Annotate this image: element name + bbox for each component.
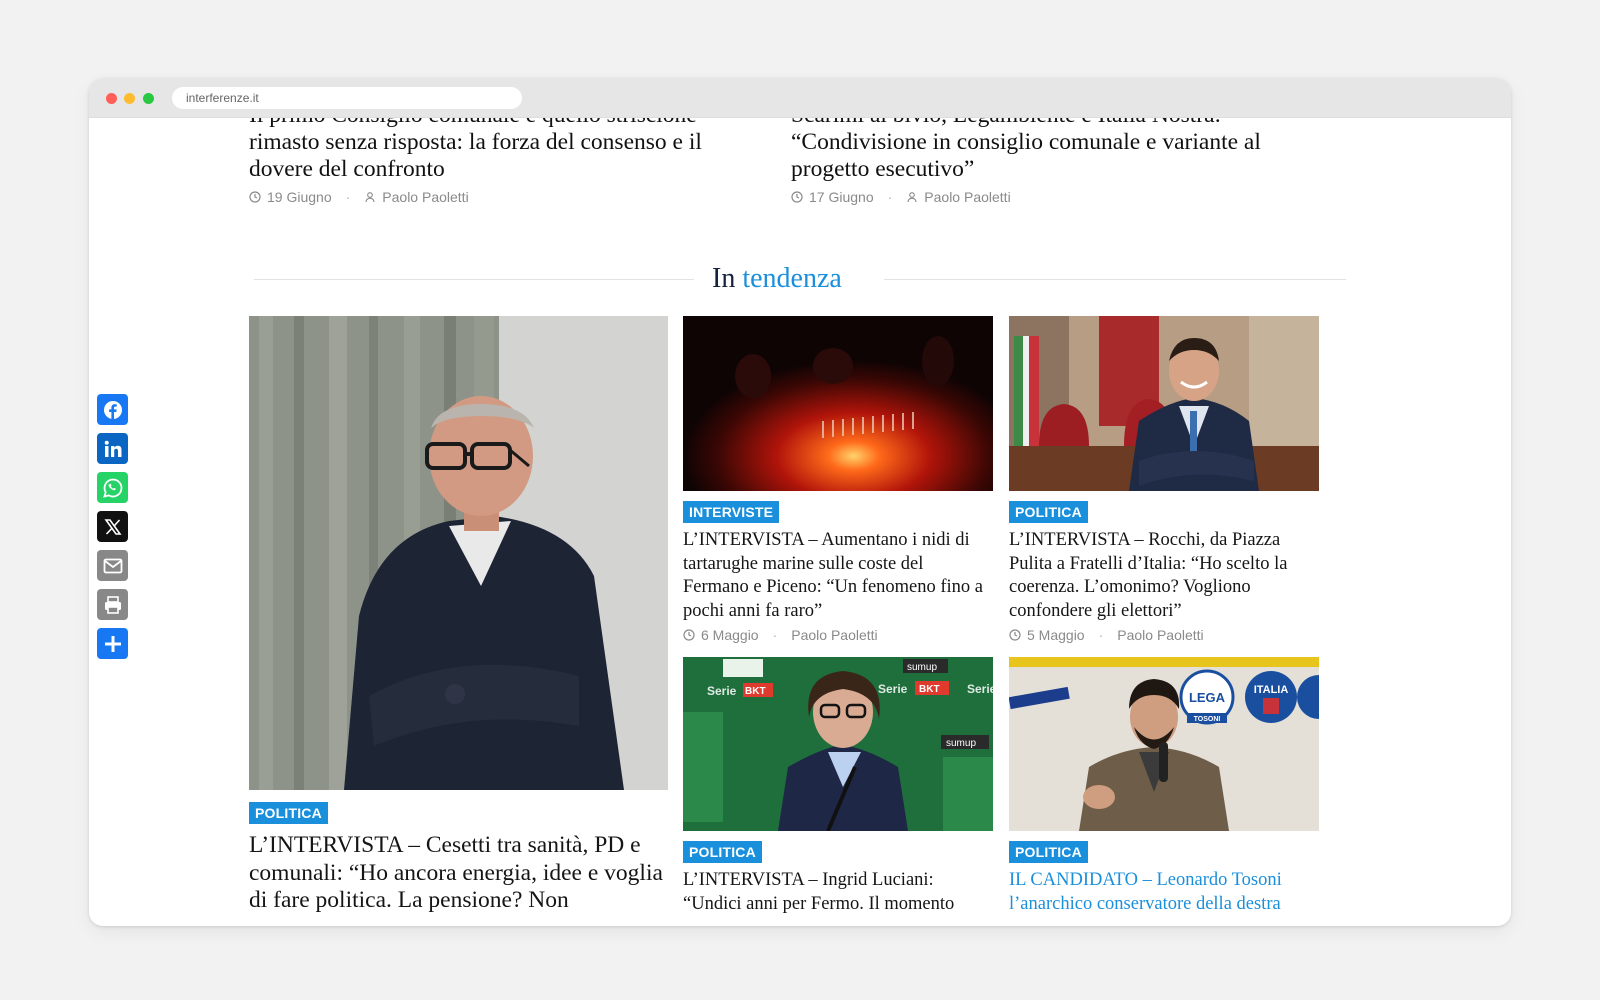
prev-article-2[interactable]: Scarimi al bivio, Legambiente e Italia N… xyxy=(791,118,1331,205)
article-title[interactable]: Il primo Consiglio comunale e quello str… xyxy=(249,118,769,183)
meta-separator: · xyxy=(772,627,778,643)
article-card[interactable]: INTERVISTE L’INTERVISTA – Aumentano i ni… xyxy=(683,316,993,643)
night-beach-photo xyxy=(683,316,993,491)
portrait-photo xyxy=(249,316,668,790)
article-image[interactable]: Serie Serie Serie Serie BKT BKT sumup su… xyxy=(683,657,993,831)
candidate-photo: LEGA TOSONI ITALIA xyxy=(1009,657,1319,831)
page-viewport: Il primo Consiglio comunale e quello str… xyxy=(89,118,1511,926)
plus-icon xyxy=(104,635,121,652)
article-title[interactable]: L’INTERVISTA – Ingrid Luciani: “Undici a… xyxy=(683,869,993,916)
prev-article-1[interactable]: Il primo Consiglio comunale e quello str… xyxy=(249,118,769,205)
svg-text:Serie: Serie xyxy=(707,684,737,698)
article-author[interactable]: Paolo Paoletti xyxy=(1117,627,1203,643)
address-bar[interactable]: interferenze.it xyxy=(172,87,522,109)
article-author[interactable]: Paolo Paoletti xyxy=(791,627,877,643)
article-author[interactable]: Paolo Paoletti xyxy=(924,189,1010,205)
article-title[interactable]: Scarimi al bivio, Legambiente e Italia N… xyxy=(791,118,1331,183)
meta-separator: · xyxy=(887,189,893,205)
linkedin-share-button[interactable] xyxy=(97,433,128,464)
svg-text:Serie: Serie xyxy=(878,682,908,696)
category-badge[interactable]: INTERVISTE xyxy=(683,501,780,523)
article-date: 19 Giugno xyxy=(267,189,332,205)
category-badge[interactable]: POLITICA xyxy=(1009,501,1088,523)
email-share-button[interactable] xyxy=(97,550,128,581)
facebook-icon xyxy=(103,400,122,419)
article-image[interactable]: LEGA TOSONI ITALIA xyxy=(1009,657,1319,831)
maximize-window-button[interactable] xyxy=(143,93,154,104)
featured-article-image[interactable] xyxy=(249,316,668,790)
svg-text:TOSONI: TOSONI xyxy=(1194,716,1221,723)
svg-text:ITALIA: ITALIA xyxy=(1254,684,1289,696)
clock-icon xyxy=(249,191,261,203)
browser-window: interferenze.it Il primo Consiglio comun… xyxy=(89,78,1511,926)
user-icon xyxy=(907,192,917,203)
category-badge[interactable]: POLITICA xyxy=(1009,841,1088,863)
article-card[interactable]: LEGA TOSONI ITALIA POLITICA IL CANDIDATO… xyxy=(1009,657,1319,916)
article-meta: 17 Giugno · Paolo Paoletti xyxy=(791,189,1331,205)
svg-text:sumup: sumup xyxy=(946,738,976,749)
svg-text:Serie: Serie xyxy=(967,682,993,696)
article-title[interactable]: L’INTERVISTA – Cesetti tra sanità, PD e … xyxy=(249,832,668,915)
article-author[interactable]: Paolo Paoletti xyxy=(382,189,468,205)
article-title[interactable]: L’INTERVISTA – Rocchi, da Piazza Pulita … xyxy=(1009,529,1319,623)
minimize-window-button[interactable] xyxy=(124,93,135,104)
meta-separator: · xyxy=(1098,627,1104,643)
article-meta: 6 Maggio · Paolo Paoletti xyxy=(683,627,993,643)
article-title[interactable]: L’INTERVISTA – Aumentano i nidi di tarta… xyxy=(683,529,993,623)
envelope-icon xyxy=(103,558,122,573)
x-icon xyxy=(103,518,122,535)
browser-toolbar: interferenze.it xyxy=(89,78,1511,118)
article-image[interactable] xyxy=(1009,316,1319,491)
article-title[interactable]: IL CANDIDATO – Leonardo Tosoni l’anarchi… xyxy=(1009,869,1319,916)
whatsapp-share-button[interactable] xyxy=(97,472,128,503)
share-sidebar xyxy=(97,394,129,667)
clock-icon xyxy=(791,191,803,203)
x-share-button[interactable] xyxy=(97,511,128,542)
section-title: In tendenza xyxy=(712,263,842,294)
linkedin-icon xyxy=(104,440,121,457)
facebook-share-button[interactable] xyxy=(97,394,128,425)
svg-text:BKT: BKT xyxy=(745,686,766,697)
whatsapp-icon xyxy=(102,478,122,498)
article-card[interactable]: Serie Serie Serie Serie BKT BKT sumup su… xyxy=(683,657,993,916)
article-date: 17 Giugno xyxy=(809,189,874,205)
printer-icon xyxy=(104,595,121,614)
article-date: 6 Maggio xyxy=(701,627,759,643)
article-meta: 19 Giugno · Paolo Paoletti xyxy=(249,189,769,205)
close-window-button[interactable] xyxy=(106,93,117,104)
article-date: 5 Maggio xyxy=(1027,627,1085,643)
user-icon xyxy=(365,192,375,203)
svg-text:LEGA: LEGA xyxy=(1189,690,1226,705)
article-meta: 5 Maggio · Paolo Paoletti xyxy=(1009,627,1319,643)
print-share-button[interactable] xyxy=(97,589,128,620)
article-image[interactable] xyxy=(683,316,993,491)
divider xyxy=(884,279,1346,280)
article-card[interactable]: POLITICA L’INTERVISTA – Rocchi, da Piazz… xyxy=(1009,316,1319,643)
divider xyxy=(254,279,694,280)
more-share-button[interactable] xyxy=(97,628,128,659)
featured-article-card[interactable]: POLITICA L’INTERVISTA – Cesetti tra sani… xyxy=(249,316,668,915)
svg-text:BKT: BKT xyxy=(919,684,940,695)
category-badge[interactable]: POLITICA xyxy=(683,841,762,863)
category-badge[interactable]: POLITICA xyxy=(249,802,328,824)
svg-text:sumup: sumup xyxy=(907,662,937,673)
clock-icon xyxy=(1009,629,1021,641)
council-chamber-photo xyxy=(1009,316,1319,491)
press-conference-photo: Serie Serie Serie Serie BKT BKT sumup su… xyxy=(683,657,993,831)
clock-icon xyxy=(683,629,695,641)
section-heading: In tendenza xyxy=(254,261,1346,297)
meta-separator: · xyxy=(345,189,351,205)
